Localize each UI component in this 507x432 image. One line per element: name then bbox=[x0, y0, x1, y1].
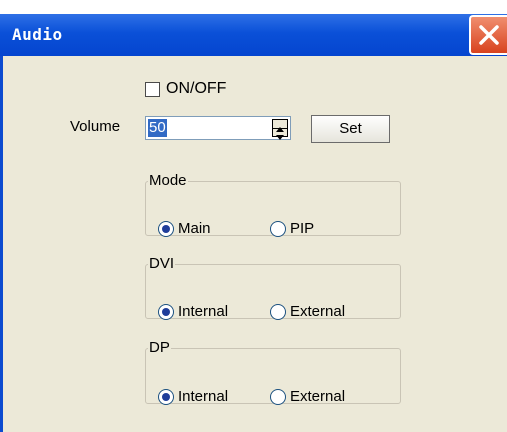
radio-selected-dot bbox=[162, 308, 170, 316]
volume-value[interactable]: 50 bbox=[148, 119, 167, 137]
title-bar[interactable]: Audio bbox=[0, 14, 507, 56]
radio-label: PIP bbox=[290, 220, 315, 237]
radio-button[interactable] bbox=[270, 389, 286, 405]
radio-label: Internal bbox=[178, 388, 229, 405]
radio-button[interactable] bbox=[158, 221, 174, 237]
audio-window: Audio ON/OFF Volume 50 Set Mode Main PIP… bbox=[0, 0, 507, 432]
radio-label: External bbox=[290, 303, 346, 320]
onoff-label: ON/OFF bbox=[166, 80, 227, 97]
radio-button[interactable] bbox=[270, 221, 286, 237]
volume-spin-buttons[interactable] bbox=[272, 119, 288, 140]
dvi-legend: DVI bbox=[149, 255, 175, 272]
dvi-group: DVI Internal External bbox=[145, 255, 401, 320]
dp-group: DP Internal External bbox=[145, 339, 401, 405]
radio-label: Internal bbox=[178, 303, 229, 320]
triangle-down-icon bbox=[276, 135, 284, 140]
onoff-checkbox[interactable] bbox=[145, 82, 160, 97]
radio-button[interactable] bbox=[158, 389, 174, 405]
mode-legend: Mode bbox=[149, 172, 187, 189]
window-title: Audio bbox=[12, 25, 63, 44]
set-button[interactable]: Set bbox=[311, 115, 390, 143]
radio-selected-dot bbox=[162, 393, 170, 401]
close-button[interactable] bbox=[469, 15, 507, 55]
dp-legend: DP bbox=[149, 339, 170, 356]
volume-label: Volume bbox=[70, 118, 121, 135]
mode-group: Mode Main PIP bbox=[145, 172, 401, 237]
radio-button[interactable] bbox=[270, 304, 286, 320]
radio-label: Main bbox=[178, 220, 211, 237]
radio-selected-dot bbox=[162, 225, 170, 233]
close-icon bbox=[479, 25, 499, 45]
spin-down-button[interactable] bbox=[273, 128, 287, 140]
radio-label: External bbox=[290, 388, 346, 405]
radio-button[interactable] bbox=[158, 304, 174, 320]
volume-spinbox[interactable]: 50 bbox=[145, 116, 291, 140]
